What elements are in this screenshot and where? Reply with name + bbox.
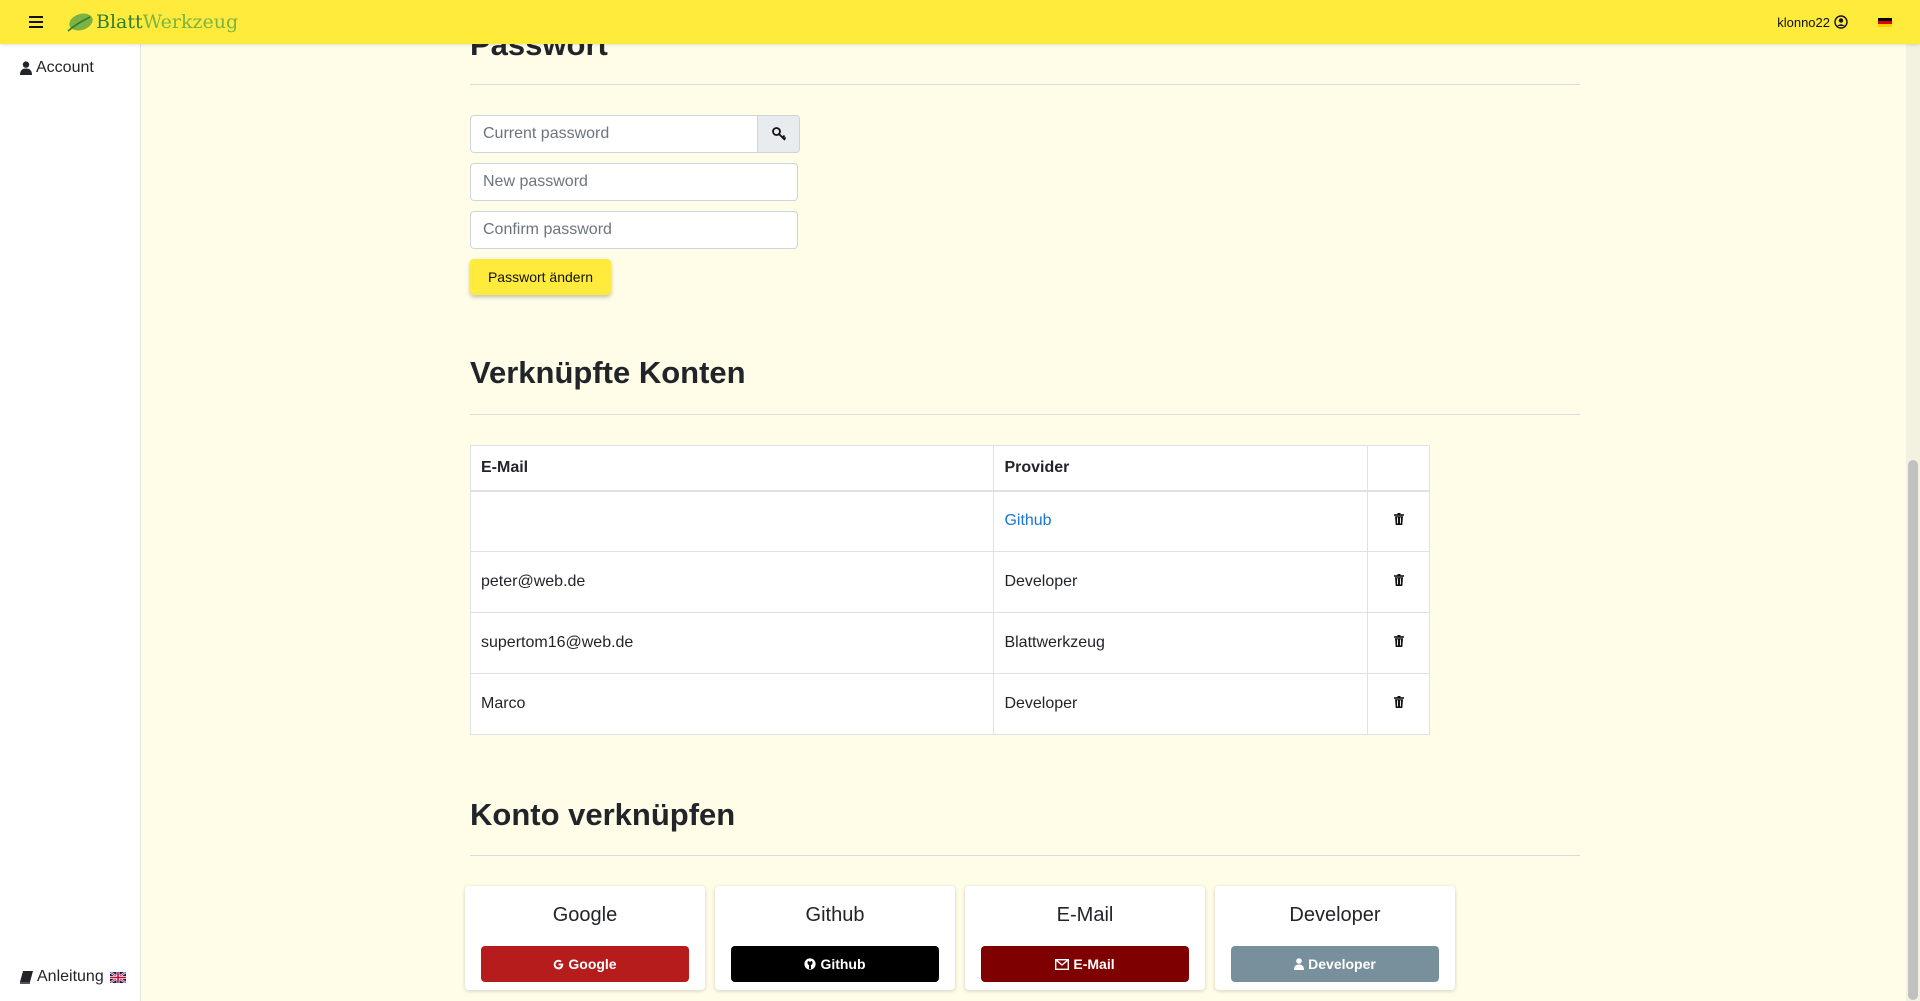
brand-name-part1: Blatt [96, 11, 143, 33]
linked-accounts-table: E-Mail Provider Github peter@web.de Deve… [469, 445, 1430, 735]
leaf-icon [67, 13, 93, 32]
brand-logo[interactable]: Blatt Werkzeug [66, 11, 238, 33]
table-row: Marco Developer [469, 673, 1430, 735]
button-label: Google [568, 956, 617, 972]
card-title: Google [552, 904, 618, 926]
user-icon [20, 61, 32, 75]
sidebar-item-label: Account [36, 59, 94, 76]
link-account-title: Konto verknüpfen [470, 797, 736, 832]
provider-cell: Github [993, 490, 1369, 552]
user-icon [1294, 958, 1305, 970]
provider-link[interactable]: Github [1004, 512, 1051, 529]
column-header-provider: Provider [993, 445, 1369, 492]
provider-cell: Developer [993, 673, 1369, 735]
sidebar-item-account[interactable]: Account [20, 59, 94, 77]
provider-card-email: E-Mail E-Mail [965, 886, 1205, 990]
brand-name-part2: Werkzeug [142, 11, 239, 33]
table-header-row: E-Mail Provider [469, 445, 1430, 492]
column-header-actions [1367, 445, 1430, 492]
change-password-button[interactable]: Passwort ändern [470, 259, 611, 295]
email-cell: peter@web.de [469, 551, 995, 613]
actions-cell [1367, 551, 1430, 613]
provider-cell: Blattwerkzeug [993, 612, 1369, 674]
email-cell [469, 490, 995, 552]
github-icon [804, 958, 817, 970]
new-password-input[interactable] [470, 163, 798, 201]
username: klonno22 [1777, 14, 1830, 30]
trash-icon[interactable] [1393, 696, 1404, 708]
card-title: Developer [1289, 904, 1381, 926]
linked-accounts-title: Verknüpfte Konten [470, 355, 746, 390]
link-github-button[interactable]: Github [731, 946, 939, 982]
divider [470, 855, 1580, 856]
confirm-password-input[interactable] [470, 211, 798, 249]
provider-card-developer: Developer Developer [1215, 886, 1455, 990]
email-cell: Marco [469, 673, 995, 735]
book-icon [20, 970, 33, 984]
provider-card-github: Github Github [715, 886, 955, 990]
user-menu[interactable]: klonno22 [1777, 15, 1848, 30]
trash-icon[interactable] [1393, 513, 1404, 526]
actions-cell [1367, 612, 1430, 674]
trash-icon[interactable] [1393, 574, 1404, 586]
envelope-icon [1055, 958, 1070, 970]
key-icon [771, 127, 786, 141]
card-title: Github [805, 904, 865, 926]
scrollbar-thumb[interactable] [1908, 460, 1918, 1000]
card-title: E-Mail [1056, 904, 1114, 926]
flag-uk-icon [109, 971, 126, 983]
button-label: Github [820, 956, 866, 972]
divider [470, 414, 1580, 415]
divider [470, 84, 1580, 85]
top-navbar: Blatt Werkzeug klonno22 [0, 0, 1920, 44]
actions-cell [1367, 490, 1430, 552]
google-icon [554, 959, 564, 969]
show-password-button[interactable] [758, 115, 800, 153]
current-password-group [470, 115, 800, 153]
email-cell: supertom16@web.de [469, 612, 995, 674]
hamburger-icon[interactable] [24, 10, 48, 34]
sidebar-item-label: Anleitung [37, 968, 104, 985]
trash-icon[interactable] [1393, 635, 1404, 647]
button-label: Developer [1308, 956, 1376, 972]
actions-cell [1367, 673, 1430, 735]
button-label: E-Mail [1073, 956, 1115, 972]
table-row: Github [469, 490, 1430, 552]
flag-de-icon[interactable] [1878, 17, 1892, 27]
current-password-input[interactable] [470, 115, 758, 153]
link-google-button[interactable]: Google [481, 946, 689, 982]
link-email-button[interactable]: E-Mail [981, 946, 1189, 982]
user-circle-icon [1834, 15, 1848, 29]
link-developer-button[interactable]: Developer [1231, 946, 1439, 982]
provider-card-google: Google Google [465, 886, 705, 990]
sidebar: Account Anleitung [0, 44, 141, 1001]
table-row: peter@web.de Developer [469, 551, 1430, 613]
provider-cell: Developer [993, 551, 1369, 613]
table-row: supertom16@web.de Blattwerkzeug [469, 612, 1430, 674]
sidebar-item-manual[interactable]: Anleitung [20, 968, 130, 986]
column-header-email: E-Mail [469, 445, 995, 492]
